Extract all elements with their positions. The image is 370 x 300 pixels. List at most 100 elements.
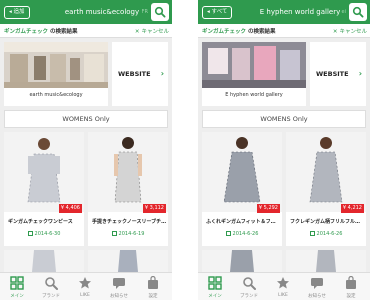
bag-icon [346,276,356,289]
star-icon [277,277,289,289]
grid-icon [10,276,24,290]
tab-label: 設定 [346,294,356,299]
tab-news[interactable]: お知らせ [300,273,334,300]
website-label: WEBSITE [316,70,349,78]
product-image [286,132,366,212]
calendar-icon [111,231,117,236]
chevron-right-icon: › [358,69,362,78]
header-title: E hyphen world gallery [259,8,341,16]
chat-icon [113,278,125,289]
header-bar: ◂ 追加 earth music&ecology FR [0,0,172,24]
product-date-text: 2014-6-26 [232,231,259,237]
tab-main[interactable]: メイン [198,273,232,300]
brand-card[interactable]: E hyphen world gallery [202,42,306,106]
search-icon [243,277,256,290]
tab-settings[interactable]: 設定 [136,273,170,300]
phone-screen-right: ◂ すべて E hyphen world gallery ei ギンガムチェック… [198,0,370,300]
womens-only-bar: WOMENS Only [202,110,366,128]
search-icon [154,6,166,18]
brand-card[interactable]: earth music&ecology [4,42,108,106]
tab-news[interactable]: お知らせ [102,273,136,300]
chat-icon [311,278,323,289]
product-image [4,132,84,212]
womens-only-bar: WOMENS Only [4,110,168,128]
tab-label: LIKE [278,293,288,298]
calendar-icon [27,231,33,236]
search-button[interactable] [151,3,169,21]
product-card[interactable]: ¥ 3,112 手提きチェックノースリーブチ… 2014-6-19 [88,132,168,246]
brand-name: E hyphen world gallery [225,92,283,98]
product-date: 2014-6-19 [88,231,168,237]
search-keyword: ギンガムチェック [202,29,247,35]
tab-label: メイン [10,294,24,299]
close-icon: ✕ [134,29,140,35]
tab-bar: メイン ブランド LIKE お知らせ 設定 [198,272,370,300]
tab-brand[interactable]: ブランド [34,273,68,300]
brand-store-photo [4,42,108,88]
tab-label: LIKE [80,293,90,298]
all-button[interactable]: ◂ すべて [202,6,233,19]
product-date-text: 2014-6-19 [118,231,145,237]
tab-label: メイン [208,294,222,299]
tab-like[interactable]: LIKE [68,273,102,300]
product-card[interactable]: ¥ 4,212 フクレギンガム柄フリルフル… 2014-6-26 [286,132,366,246]
calendar-icon [225,231,231,236]
header-bar: ◂ すべて E hyphen world gallery ei [198,0,370,24]
search-icon [352,6,364,18]
product-card[interactable]: ¥ 5,292 ふくれギンガムフィット＆フ… 2014-6-26 [202,132,282,246]
tab-settings[interactable]: 設定 [334,273,368,300]
add-button[interactable]: ◂ 追加 [4,6,30,19]
product-image [202,132,282,212]
tab-label: お知らせ [308,294,326,299]
product-date: 2014-6-26 [202,231,282,237]
search-result-label: の検索結果 [50,29,78,35]
product-name: 手提きチェックノースリーブチ… [92,219,166,225]
product-date-text: 2014-6-26 [316,231,343,237]
search-result-bar: ギンガムチェック の検索結果 ✕ キャンセル [0,24,172,38]
search-result-bar: ギンガムチェック の検索結果 ✕ キャンセル [198,24,370,38]
tab-label: 設定 [148,294,158,299]
price-badge: ¥ 4,406 [58,204,82,213]
search-button[interactable] [349,3,367,21]
product-name: ギンガムチェックワンピース [8,219,73,225]
price-badge: ¥ 4,212 [340,204,364,213]
product-date: 2014-6-30 [4,231,84,237]
product-image [88,132,168,212]
tab-bar: メイン ブランド LIKE お知らせ 設定 [0,272,172,300]
product-name: ふくれギンガムフィット＆フ… [206,219,276,225]
calendar-icon [309,231,315,236]
tab-like[interactable]: LIKE [266,273,300,300]
website-label: WEBSITE [118,70,151,78]
bag-icon [148,276,158,289]
cancel-label: キャンセル [141,29,169,35]
price-badge: ¥ 3,112 [142,204,166,213]
search-result-label: の検索結果 [248,29,276,35]
brand-store-photo [202,42,306,88]
product-card[interactable]: ¥ 4,406 ギンガムチェックワンピース 2014-6-30 [4,132,84,246]
close-icon: ✕ [332,29,338,35]
star-icon [79,277,91,289]
header-faded-text: FR [141,9,148,15]
header-title: earth music&ecology [64,8,140,16]
price-badge: ¥ 5,292 [256,204,280,213]
product-name: フクレギンガム柄フリルフル… [290,219,361,225]
tab-main[interactable]: メイン [0,273,34,300]
grid-icon [208,276,222,290]
header-faded-text: ei [341,9,346,15]
website-button[interactable]: WEBSITE › [112,42,168,106]
cancel-button[interactable]: ✕ キャンセル [333,27,367,35]
tab-label: ブランド [42,294,60,299]
phone-screen-left: ◂ 追加 earth music&ecology FR ギンガムチェック の検索… [0,0,172,300]
product-date-text: 2014-6-30 [34,231,61,237]
cancel-label: キャンセル [339,29,367,35]
search-icon [45,277,58,290]
search-keyword: ギンガムチェック [4,29,49,35]
product-date: 2014-6-26 [286,231,366,237]
tab-brand[interactable]: ブランド [232,273,266,300]
tab-label: お知らせ [110,294,128,299]
cancel-button[interactable]: ✕ キャンセル [135,27,169,35]
chevron-right-icon: › [160,69,164,78]
website-button[interactable]: WEBSITE › [310,42,366,106]
brand-name: earth music&ecology [29,92,83,98]
tab-label: ブランド [240,294,258,299]
